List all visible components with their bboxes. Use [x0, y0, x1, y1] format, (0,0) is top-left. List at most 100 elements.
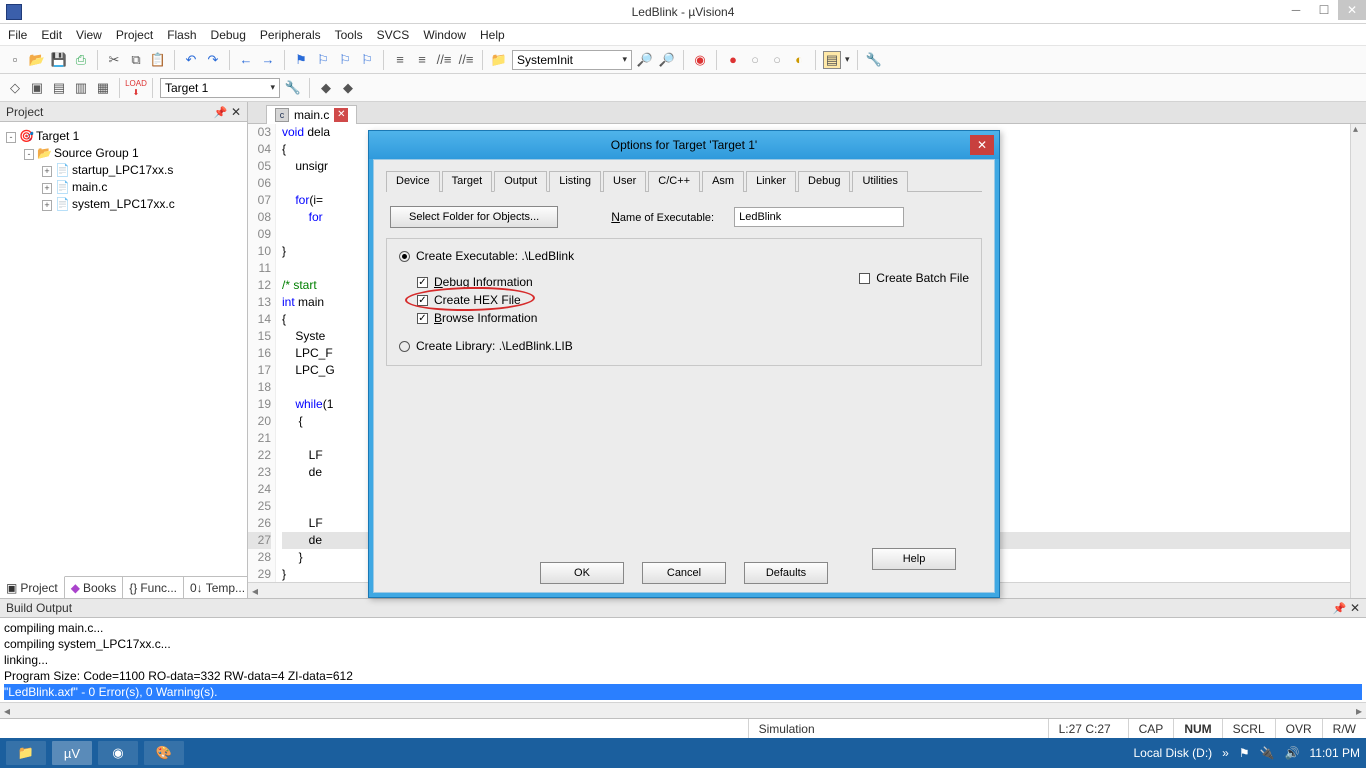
menu-file[interactable]: File [8, 28, 27, 42]
menu-edit[interactable]: Edit [41, 28, 62, 42]
tab-output[interactable]: Output [494, 171, 547, 192]
open-icon[interactable]: 📂 [28, 51, 46, 69]
menu-help[interactable]: Help [480, 28, 505, 42]
tree-file[interactable]: startup_LPC17xx.s [72, 163, 173, 177]
menu-view[interactable]: View [76, 28, 102, 42]
breakpoint-enable-icon[interactable]: ◐ [790, 51, 808, 69]
create-library-radio[interactable] [399, 341, 410, 352]
tab-books[interactable]: ◆Books [65, 577, 124, 598]
target-options-icon[interactable]: 🔧 [284, 79, 302, 97]
comment-icon[interactable]: //≡ [435, 51, 453, 69]
taskbar-explorer[interactable]: 📁 [6, 741, 46, 765]
tab-debug[interactable]: Debug [798, 171, 850, 192]
taskbar-paint[interactable]: 🎨 [144, 741, 184, 765]
tab-functions[interactable]: {}Func... [123, 577, 184, 598]
undo-icon[interactable]: ↶ [182, 51, 200, 69]
tab-asm[interactable]: Asm [702, 171, 744, 192]
menu-debug[interactable]: Debug [211, 28, 246, 42]
bookmark-next-icon[interactable]: ⚐ [336, 51, 354, 69]
select-folder-button[interactable]: Select Folder for Objects... [390, 206, 558, 228]
debug-start-icon[interactable]: ◉ [691, 51, 709, 69]
nav-back-icon[interactable]: ← [237, 51, 255, 69]
bookmark-prev-icon[interactable]: ⚐ [314, 51, 332, 69]
window-layout-icon[interactable]: ▤ [823, 51, 841, 69]
indent-icon[interactable]: ≡ [391, 51, 409, 69]
translate-icon[interactable]: ◇ [6, 79, 24, 97]
configure-icon[interactable]: 🔧 [865, 51, 883, 69]
menu-project[interactable]: Project [116, 28, 153, 42]
editor-vscroll[interactable] [1350, 124, 1366, 598]
manage-components-icon[interactable]: ◆ [317, 79, 335, 97]
tree-file[interactable]: main.c [72, 180, 107, 194]
rebuild-icon[interactable]: ▤ [50, 79, 68, 97]
tab-close-icon[interactable]: ✕ [334, 108, 348, 122]
project-tree[interactable]: -🎯Target 1 -📂Source Group 1 +📄startup_LP… [0, 122, 247, 576]
menu-tools[interactable]: Tools [335, 28, 363, 42]
download-icon[interactable]: LOAD⬇ [127, 79, 145, 97]
find-combo[interactable]: SystemInit▾ [512, 50, 632, 70]
tab-templates[interactable]: 0↓Temp... [184, 577, 252, 598]
tray-volume-icon[interactable]: 🔊 [1285, 746, 1300, 760]
tree-target[interactable]: Target 1 [36, 129, 79, 143]
batch-build-icon[interactable]: ▥ [72, 79, 90, 97]
manage-books-icon[interactable]: ◆ [339, 79, 357, 97]
tree-group[interactable]: Source Group 1 [54, 146, 139, 160]
help-button[interactable]: Help [872, 548, 956, 570]
cut-icon[interactable]: ✂ [105, 51, 123, 69]
maximize-button[interactable]: ☐ [1310, 0, 1338, 20]
tray-time[interactable]: 11:01 PM [1310, 746, 1360, 760]
taskbar-uvision[interactable]: µV [52, 741, 92, 765]
new-icon[interactable]: ▫ [6, 51, 24, 69]
tab-user[interactable]: User [603, 171, 646, 192]
target-combo[interactable]: Target 1▾ [160, 78, 280, 98]
minimize-button[interactable]: ─ [1282, 0, 1310, 20]
tab-ccpp[interactable]: C/C++ [648, 171, 700, 192]
create-batch-checkbox[interactable] [859, 273, 870, 284]
menu-peripherals[interactable]: Peripherals [260, 28, 321, 42]
copy-icon[interactable]: ⧉ [127, 51, 145, 69]
tab-linker[interactable]: Linker [746, 171, 796, 192]
window-layout-drop[interactable]: ▾ [845, 54, 850, 65]
breakpoint-disable-icon[interactable]: ○ [746, 51, 764, 69]
find-folder-icon[interactable]: 📁 [490, 51, 508, 69]
find-in-files-icon[interactable]: 🔎 [658, 51, 676, 69]
create-executable-radio[interactable] [399, 251, 410, 262]
redo-icon[interactable]: ↷ [204, 51, 222, 69]
panel-close-icon[interactable]: ✕ [231, 105, 241, 119]
create-hex-checkbox[interactable] [417, 295, 428, 306]
save-all-icon[interactable]: ⎙ [72, 51, 90, 69]
tray-disk[interactable]: Local Disk (D:) [1133, 746, 1212, 760]
outdent-icon[interactable]: ≡ [413, 51, 431, 69]
breakpoint-icon[interactable]: ● [724, 51, 742, 69]
close-button[interactable]: ✕ [1338, 0, 1366, 20]
paste-icon[interactable]: 📋 [149, 51, 167, 69]
expander-icon[interactable]: + [42, 183, 52, 194]
tree-file[interactable]: system_LPC17xx.c [72, 197, 175, 211]
dialog-close-button[interactable]: ✕ [970, 135, 994, 155]
save-icon[interactable]: 💾 [50, 51, 68, 69]
tray-chevron-icon[interactable]: » [1222, 746, 1229, 760]
debug-info-checkbox[interactable] [417, 277, 428, 288]
tray-flag-icon[interactable]: ⚑ [1239, 746, 1250, 760]
bookmark-icon[interactable]: ⚑ [292, 51, 310, 69]
build-hscroll[interactable]: ◂▸ [0, 702, 1366, 718]
tab-target[interactable]: Target [442, 171, 493, 192]
tab-project[interactable]: ▣Project [0, 576, 65, 598]
nav-fwd-icon[interactable]: → [259, 51, 277, 69]
expander-icon[interactable]: + [42, 166, 52, 177]
panel-close-icon[interactable]: ✕ [1350, 601, 1360, 615]
bookmark-clear-icon[interactable]: ⚐ [358, 51, 376, 69]
uncomment-icon[interactable]: //≡ [457, 51, 475, 69]
executable-name-input[interactable] [734, 207, 904, 227]
breakpoint-kill-icon[interactable]: ○ [768, 51, 786, 69]
build-icon[interactable]: ▣ [28, 79, 46, 97]
menu-flash[interactable]: Flash [167, 28, 196, 42]
ok-button[interactable]: OK [540, 562, 624, 584]
stop-build-icon[interactable]: ▦ [94, 79, 112, 97]
pin-icon[interactable]: 📌 [214, 107, 228, 119]
tab-main-c[interactable]: c main.c ✕ [266, 105, 357, 124]
cancel-button[interactable]: Cancel [642, 562, 726, 584]
expander-icon[interactable]: - [24, 149, 34, 160]
expander-icon[interactable]: + [42, 200, 52, 211]
taskbar-chrome[interactable]: ◉ [98, 741, 138, 765]
